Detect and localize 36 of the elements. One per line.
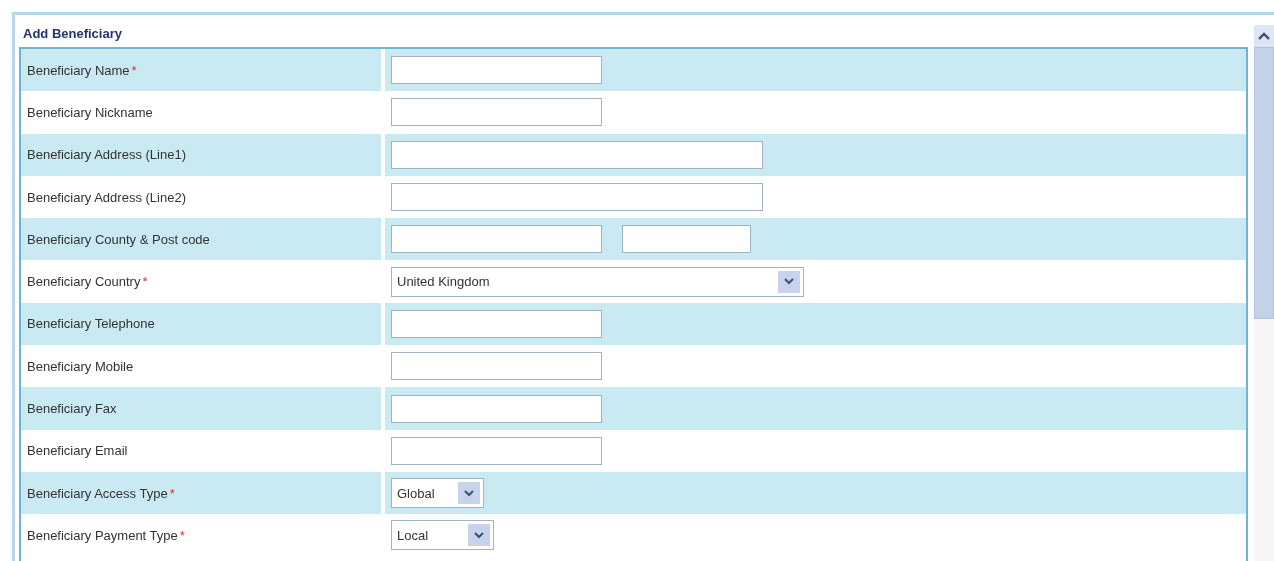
text-field[interactable] bbox=[391, 183, 763, 212]
field-label: Beneficiary Nickname bbox=[27, 104, 153, 120]
chevron-down-icon bbox=[468, 524, 490, 547]
text-field[interactable] bbox=[391, 98, 602, 127]
chevron-down-icon bbox=[458, 482, 480, 505]
field-label: Beneficiary Email bbox=[27, 443, 128, 459]
field-label: Beneficiary Fax bbox=[27, 401, 117, 416]
text-field[interactable] bbox=[391, 140, 763, 169]
panel-title: Add Beneficiary bbox=[22, 25, 122, 43]
field-label: Beneficiary County & Post code bbox=[27, 231, 210, 247]
field-label: Beneficiary Telephone bbox=[27, 316, 155, 332]
field-label: Beneficiary Address (Line2) bbox=[27, 189, 186, 205]
required-mark: * bbox=[179, 527, 185, 543]
text-field[interactable] bbox=[391, 225, 602, 254]
required-mark: * bbox=[131, 62, 137, 78]
required-mark: * bbox=[142, 274, 148, 290]
field-label: Beneficiary Country bbox=[27, 274, 141, 290]
scroll-up-icon[interactable] bbox=[1254, 25, 1274, 47]
field-label: Beneficiary Payment Type bbox=[27, 527, 178, 543]
required-mark: * bbox=[169, 485, 175, 501]
field-label: Beneficiary Address (Line1) bbox=[27, 147, 186, 163]
text-field[interactable] bbox=[391, 352, 602, 381]
chevron-down-icon bbox=[778, 270, 800, 293]
field-label: Beneficiary Name bbox=[27, 62, 130, 78]
field-label: Beneficiary Mobile bbox=[27, 358, 134, 374]
field-label: Beneficiary Access Type bbox=[27, 485, 168, 501]
text-field[interactable] bbox=[391, 436, 602, 465]
dropdown[interactable]: Local bbox=[391, 520, 494, 551]
text-field[interactable] bbox=[391, 309, 602, 338]
scrollbar[interactable] bbox=[1254, 25, 1274, 561]
dropdown[interactable]: United Kingdom bbox=[391, 266, 804, 297]
dropdown[interactable]: Global bbox=[391, 478, 484, 509]
scroll-thumb[interactable] bbox=[1254, 47, 1274, 319]
text-field[interactable] bbox=[391, 394, 602, 423]
text-field[interactable] bbox=[622, 225, 751, 254]
text-field[interactable] bbox=[391, 56, 602, 85]
